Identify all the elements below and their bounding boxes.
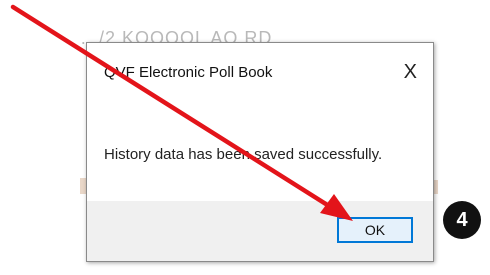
- close-icon[interactable]: X: [404, 62, 417, 82]
- ok-button[interactable]: OK: [337, 217, 413, 243]
- dialog-footer: OK: [87, 201, 433, 261]
- dialog-title: QVF Electronic Poll Book: [104, 64, 273, 81]
- message-dialog: QVF Electronic Poll Book X History data …: [86, 42, 434, 262]
- step-number-badge: 4: [443, 201, 481, 239]
- dialog-titlebar: QVF Electronic Poll Book X: [87, 43, 433, 101]
- dialog-message: History data has been saved successfully…: [104, 146, 383, 163]
